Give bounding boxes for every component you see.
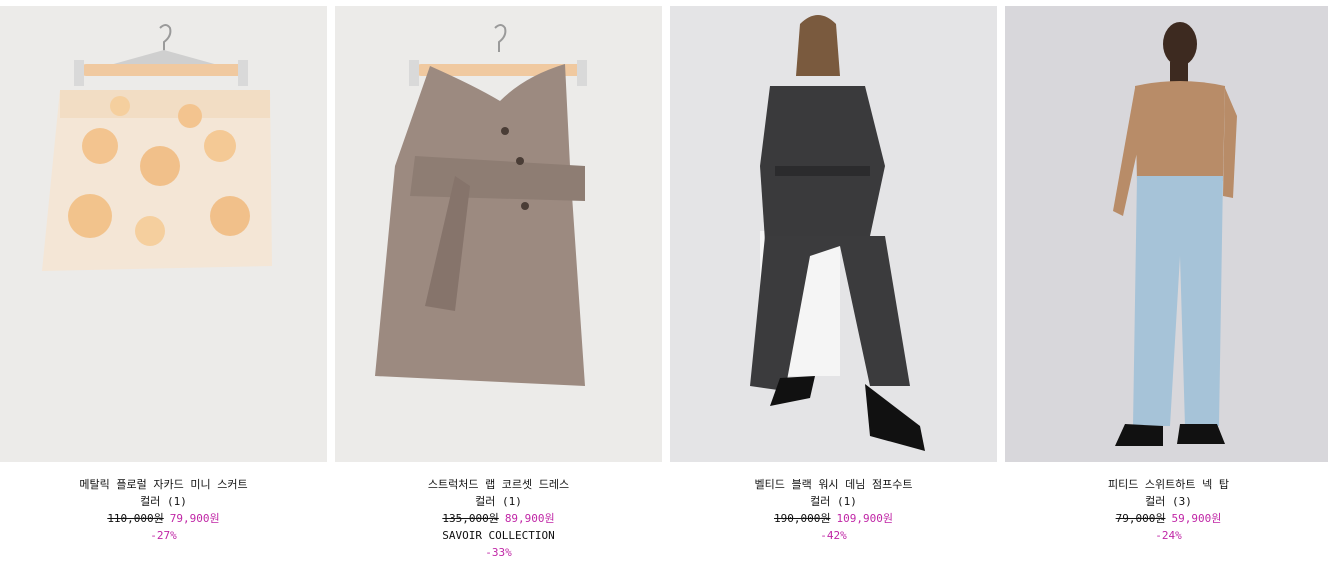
original-price: 135,000원: [442, 512, 499, 525]
product-info: 벨티드 블랙 워시 데님 점프수트 컬러 (1) 190,000원 109,900…: [754, 476, 912, 544]
product-color-count: 컬러 (1): [810, 495, 857, 508]
discount-badge: -42%: [820, 529, 847, 542]
product-name[interactable]: 메탈릭 플로럴 자카드 미니 스커트: [79, 476, 247, 493]
product-image[interactable]: [335, 6, 662, 462]
original-price: 190,000원: [774, 512, 831, 525]
discount-badge: -27%: [150, 529, 177, 542]
product-grid: 메탈릭 플로럴 자카드 미니 스커트 컬러 (1) 110,000원 79,900…: [0, 6, 1328, 561]
product-name[interactable]: 스트럭처드 랩 코르셋 드레스: [428, 476, 569, 493]
discount-badge: -33%: [485, 546, 512, 559]
product-info: 메탈릭 플로럴 자카드 미니 스커트 컬러 (1) 110,000원 79,900…: [79, 476, 247, 544]
floral-skirt-hanger-icon: [0, 6, 327, 462]
product-card[interactable]: 스트럭처드 랩 코르셋 드레스 컬러 (1) 135,000원 89,900원 S…: [335, 6, 662, 561]
product-image[interactable]: [670, 6, 997, 462]
sweetheart-top-model-icon: [1005, 6, 1328, 462]
corset-dress-hanger-icon: [335, 6, 662, 462]
price-row: 190,000원 109,900원: [754, 510, 912, 527]
product-info: 스트럭처드 랩 코르셋 드레스 컬러 (1) 135,000원 89,900원 S…: [428, 476, 569, 561]
original-price: 79,000원: [1115, 512, 1166, 525]
product-image[interactable]: [1005, 6, 1328, 462]
sale-price: 109,900원: [836, 512, 893, 525]
product-card[interactable]: 피티드 스위트하트 넥 탑 컬러 (3) 79,000원 59,900원 -24%: [1005, 6, 1328, 561]
product-color-count: 컬러 (3): [1145, 495, 1192, 508]
price-row: 135,000원 89,900원: [428, 510, 569, 527]
price-row: 79,000원 59,900원: [1108, 510, 1229, 527]
product-color-count: 컬러 (1): [475, 495, 522, 508]
original-price: 110,000원: [107, 512, 164, 525]
sale-price: 79,900원: [169, 512, 220, 525]
product-card[interactable]: 메탈릭 플로럴 자카드 미니 스커트 컬러 (1) 110,000원 79,900…: [0, 6, 327, 561]
product-name[interactable]: 피티드 스위트하트 넥 탑: [1108, 476, 1229, 493]
product-image[interactable]: [0, 6, 327, 462]
price-row: 110,000원 79,900원: [79, 510, 247, 527]
product-color-count: 컬러 (1): [140, 495, 187, 508]
product-name[interactable]: 벨티드 블랙 워시 데님 점프수트: [754, 476, 912, 493]
product-info: 피티드 스위트하트 넥 탑 컬러 (3) 79,000원 59,900원 -24%: [1108, 476, 1229, 544]
sale-price: 59,900원: [1171, 512, 1222, 525]
discount-badge: -24%: [1155, 529, 1182, 542]
denim-jumpsuit-model-icon: [670, 6, 997, 462]
collection-label: SAVOIR COLLECTION: [442, 529, 555, 542]
sale-price: 89,900원: [504, 512, 555, 525]
product-card[interactable]: 벨티드 블랙 워시 데님 점프수트 컬러 (1) 190,000원 109,900…: [670, 6, 997, 561]
